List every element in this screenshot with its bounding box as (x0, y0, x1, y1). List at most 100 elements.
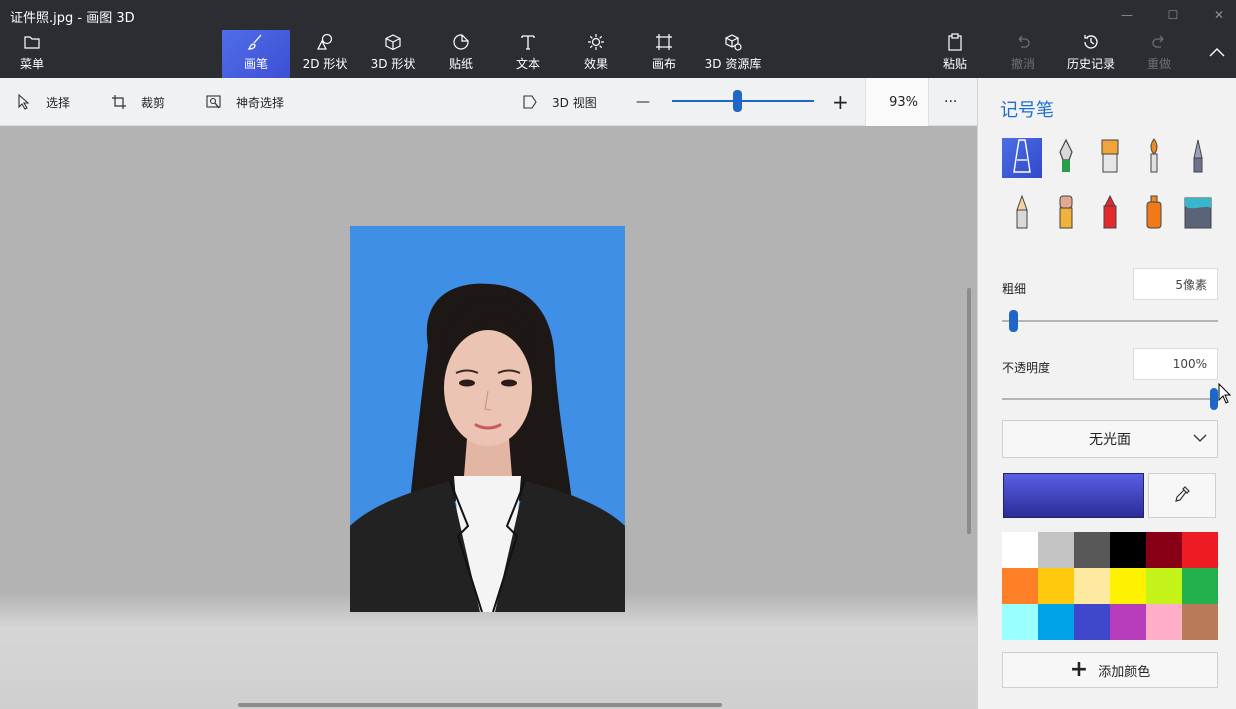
redo-button[interactable]: 重做 (1136, 30, 1182, 78)
palette-swatch[interactable] (1110, 532, 1146, 568)
brush-spray-can[interactable] (1134, 194, 1174, 234)
current-color-swatch[interactable] (1003, 473, 1144, 518)
palette-swatch[interactable] (1110, 568, 1146, 604)
finish-dropdown[interactable]: 无光面 (1002, 420, 1218, 458)
3d-shapes-icon (384, 33, 402, 51)
opacity-label: 不透明度 (1002, 361, 1051, 375)
tab-text[interactable]: 文本 (496, 30, 560, 78)
palette-swatch[interactable] (1002, 532, 1038, 568)
tab-effects-label: 效果 (583, 57, 608, 71)
palette-swatch[interactable] (1002, 568, 1038, 604)
zoom-in-button[interactable]: + (832, 78, 849, 126)
brush-eraser[interactable] (1046, 194, 1086, 234)
add-color-button[interactable]: + 添加颜色 (1002, 652, 1218, 688)
ribbon: 菜单 画笔 2D 形状 3D 形状 贴纸 文本 效果 画布 3D 资源库 粘贴 … (0, 30, 1236, 78)
select-button[interactable]: 选择 (16, 78, 70, 126)
brush-icon (247, 33, 265, 51)
palette-swatch[interactable] (1074, 604, 1110, 640)
palette-swatch[interactable] (1038, 532, 1074, 568)
vertical-scrollbar[interactable] (967, 288, 971, 534)
chevron-down-icon (1193, 430, 1207, 450)
horizontal-scrollbar[interactable] (238, 703, 722, 707)
tab-3d-library[interactable]: 3D 资源库 (700, 30, 766, 78)
text-icon (519, 33, 537, 51)
thickness-input[interactable]: 5像素 (1133, 268, 1218, 300)
eyedropper-button[interactable] (1148, 473, 1216, 518)
spray-can-icon (1142, 194, 1166, 234)
tab-canvas[interactable]: 画布 (632, 30, 696, 78)
maximize-button[interactable]: ☐ (1150, 0, 1196, 30)
palette-swatch[interactable] (1074, 568, 1110, 604)
palette-swatch[interactable] (1146, 568, 1182, 604)
opacity-slider[interactable] (1002, 398, 1218, 400)
palette-swatch[interactable] (1002, 604, 1038, 640)
history-icon (1082, 33, 1100, 51)
canvas-icon (655, 33, 673, 51)
3d-view-label: 3D 视图 (552, 95, 597, 110)
fill-bucket-icon (1183, 194, 1213, 234)
brush-marker[interactable] (1002, 138, 1042, 178)
zoom-slider[interactable] (672, 90, 814, 112)
3d-view-button[interactable]: 3D 视图 (522, 78, 597, 126)
id-photo-portrait (350, 283, 625, 612)
palette-swatch[interactable] (1182, 604, 1218, 640)
brush-crayon[interactable] (1090, 194, 1130, 234)
brush-pencil[interactable] (1002, 194, 1042, 234)
magic-select-label: 神奇选择 (236, 95, 285, 110)
tab-canvas-label: 画布 (651, 57, 676, 71)
3d-view-icon (522, 94, 538, 110)
palette-swatch[interactable] (1074, 532, 1110, 568)
palette-swatch[interactable] (1110, 604, 1146, 640)
tab-2d-shapes[interactable]: 2D 形状 (292, 30, 358, 78)
canvas-image[interactable] (350, 226, 625, 612)
opacity-input[interactable]: 100% (1133, 348, 1218, 380)
brush-watercolor[interactable] (1134, 138, 1174, 178)
watercolor-icon (1142, 138, 1166, 178)
palette-swatch[interactable] (1146, 604, 1182, 640)
menu-button[interactable]: 菜单 (0, 30, 64, 78)
zoom-out-button[interactable]: — (636, 78, 650, 126)
palette-swatch[interactable] (1182, 532, 1218, 568)
thickness-label: 粗细 (1002, 282, 1027, 296)
brush-calligraphy-pen[interactable] (1046, 138, 1086, 178)
crayon-icon (1098, 194, 1122, 234)
brush-pixel-pen[interactable] (1178, 138, 1218, 178)
close-button[interactable]: ✕ (1196, 0, 1236, 30)
tab-3d-shapes[interactable]: 3D 形状 (360, 30, 426, 78)
history-button[interactable]: 历史记录 (1058, 30, 1124, 78)
pixel-pen-icon (1186, 138, 1210, 178)
select-cursor-icon (16, 94, 32, 110)
palette-swatch[interactable] (1182, 568, 1218, 604)
marker-icon (1010, 138, 1034, 178)
brush-fill[interactable] (1178, 194, 1218, 234)
crop-button[interactable]: 裁剪 (111, 78, 165, 126)
tab-3d-shapes-label: 3D 形状 (370, 57, 416, 71)
paste-button[interactable]: 粘贴 (932, 30, 978, 78)
magic-select-button[interactable]: 神奇选择 (206, 78, 284, 126)
sticker-icon (452, 33, 470, 51)
redo-icon (1150, 33, 1168, 51)
paste-label: 粘贴 (942, 57, 967, 71)
palette-swatch[interactable] (1146, 532, 1182, 568)
tab-stickers-label: 贴纸 (448, 57, 473, 71)
tab-brushes[interactable]: 画笔 (222, 30, 290, 78)
tab-effects[interactable]: 效果 (564, 30, 628, 78)
tab-stickers[interactable]: 贴纸 (428, 30, 494, 78)
collapse-ribbon-button[interactable] (1198, 30, 1236, 78)
add-color-label: 添加颜色 (1098, 664, 1151, 680)
window-title: 证件照.jpg - 画图 3D (10, 11, 135, 26)
brush-oil[interactable] (1090, 138, 1130, 178)
finish-value: 无光面 (1089, 432, 1131, 448)
palette-swatch[interactable] (1038, 568, 1074, 604)
thickness-slider-thumb[interactable] (1009, 310, 1018, 332)
palette-swatch[interactable] (1038, 604, 1074, 640)
brush-panel: 记号笔 粗细 5像素 不透明度 100% 无光面 + 添加颜色 (977, 78, 1236, 709)
undo-button[interactable]: 撤消 (1000, 30, 1046, 78)
toolbar: 选择 裁剪 神奇选择 3D 视图 — + 93% ··· (0, 78, 977, 126)
thickness-slider[interactable] (1002, 320, 1218, 322)
zoom-slider-thumb[interactable] (733, 90, 742, 112)
zoom-level[interactable]: 93% (865, 78, 929, 126)
opacity-slider-thumb[interactable] (1210, 388, 1218, 410)
more-options-button[interactable]: ··· (944, 78, 957, 126)
minimize-button[interactable]: — (1104, 0, 1150, 30)
